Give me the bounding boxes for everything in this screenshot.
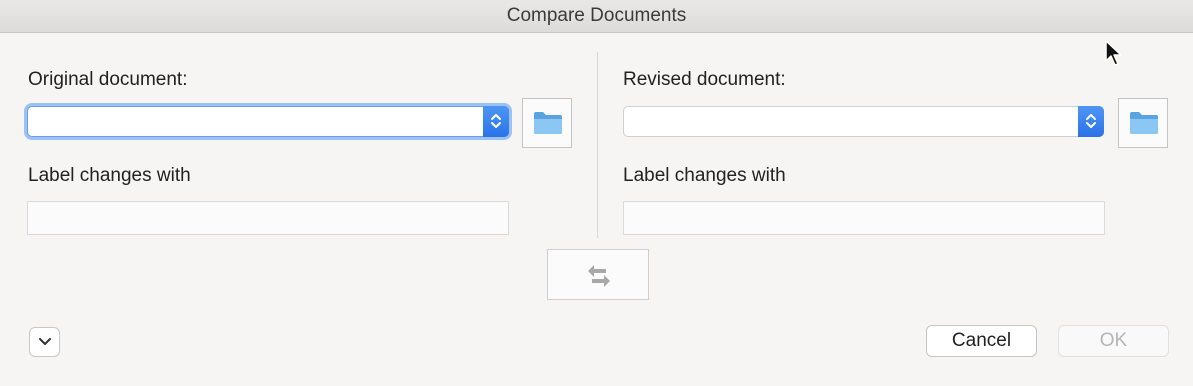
original-document-label: Original document: xyxy=(28,69,188,90)
original-label-changes-field[interactable] xyxy=(27,201,509,235)
revised-browse-button[interactable] xyxy=(1118,98,1168,148)
folder-icon xyxy=(534,112,562,134)
revised-label-changes-label: Label changes with xyxy=(623,165,786,186)
revised-document-combo[interactable] xyxy=(623,106,1104,137)
expand-options-button[interactable] xyxy=(29,327,60,357)
up-down-stepper-icon xyxy=(1086,114,1096,128)
revised-label-changes-field[interactable] xyxy=(623,201,1105,235)
swap-arrows-icon xyxy=(588,265,610,287)
original-browse-button[interactable] xyxy=(522,98,572,148)
column-divider xyxy=(597,52,598,238)
window-title: Compare Documents xyxy=(0,0,1193,33)
up-down-stepper-icon xyxy=(491,114,501,128)
original-label-changes-label: Label changes with xyxy=(28,165,191,186)
chevron-down-icon xyxy=(39,338,51,345)
folder-icon xyxy=(1130,112,1158,134)
original-document-combo[interactable] xyxy=(27,106,509,137)
cancel-button[interactable]: Cancel xyxy=(926,325,1037,357)
revised-document-popup-button[interactable] xyxy=(1078,106,1104,137)
swap-documents-button[interactable] xyxy=(547,249,649,300)
mouse-pointer-icon xyxy=(1105,40,1122,66)
original-document-popup-button[interactable] xyxy=(483,106,509,137)
compare-documents-dialog: Compare Documents Original document: Lab… xyxy=(0,0,1193,386)
ok-button[interactable]: OK xyxy=(1058,325,1169,357)
revised-document-label: Revised document: xyxy=(623,69,786,90)
